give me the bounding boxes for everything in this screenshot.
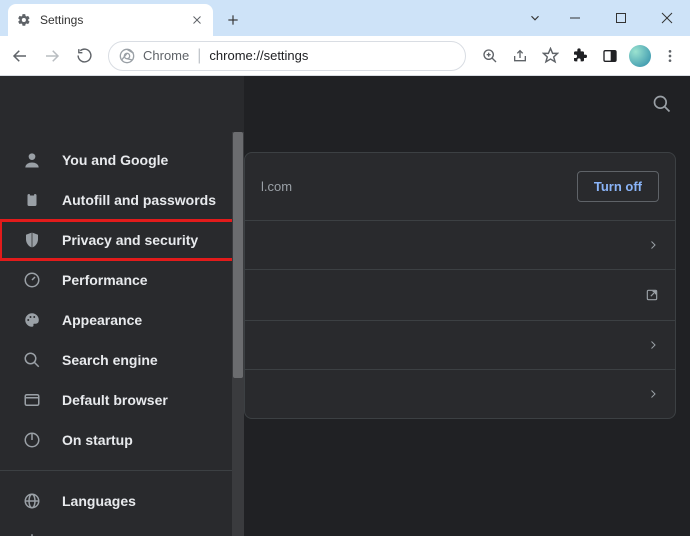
reload-button[interactable] (70, 42, 98, 70)
browser-window-icon (22, 390, 42, 410)
sidebar-item-appearance[interactable]: Appearance (0, 300, 244, 340)
window-close-button[interactable] (644, 0, 690, 36)
download-icon (22, 531, 42, 536)
bookmark-star-icon[interactable] (536, 42, 564, 70)
side-panel-icon[interactable] (596, 42, 624, 70)
globe-icon (22, 491, 42, 511)
settings-card: l.com Turn off (244, 152, 676, 419)
speedometer-icon (22, 270, 42, 290)
chevron-right-icon (647, 388, 659, 400)
forward-button[interactable] (38, 42, 66, 70)
scrollbar-thumb[interactable] (233, 132, 243, 378)
settings-row-external[interactable] (245, 270, 675, 321)
sidebar-item-label: Appearance (62, 312, 142, 328)
search-icon (22, 350, 42, 370)
sidebar-item-privacy-security[interactable]: Privacy and security (0, 220, 244, 260)
back-button[interactable] (6, 42, 34, 70)
browser-toolbar: Chrome | chrome://settings (0, 36, 690, 76)
settings-gear-icon (16, 12, 32, 28)
window-titlebar: Settings (0, 0, 690, 36)
menu-dots-icon[interactable] (656, 42, 684, 70)
chrome-icon (119, 48, 135, 64)
chevron-right-icon (647, 239, 659, 251)
share-icon[interactable] (506, 42, 534, 70)
sidebar-item-label: Default browser (62, 392, 168, 408)
chevron-right-icon (647, 339, 659, 351)
sidebar-item-label: Autofill and passwords (62, 192, 216, 208)
sidebar-item-on-startup[interactable]: On startup (0, 420, 244, 460)
clipboard-icon (22, 190, 42, 210)
sidebar-item-label: Performance (62, 272, 148, 288)
window-maximize-button[interactable] (598, 0, 644, 36)
palette-icon (22, 310, 42, 330)
profile-avatar[interactable] (626, 42, 654, 70)
settings-content: Settings You and Google Autofill and pas… (0, 76, 690, 536)
sidebar-item-label: You and Google (62, 152, 168, 168)
person-icon (22, 150, 42, 170)
sidebar-item-default-browser[interactable]: Default browser (0, 380, 244, 420)
extensions-icon[interactable] (566, 42, 594, 70)
omnibox-origin: Chrome (143, 48, 189, 63)
sidebar-item-label: Search engine (62, 352, 158, 368)
sidebar-divider (0, 470, 244, 471)
open-external-icon (645, 288, 659, 302)
settings-main-pane: l.com Turn off (244, 76, 690, 536)
turn-off-button[interactable]: Turn off (577, 171, 659, 202)
account-row: l.com Turn off (245, 153, 675, 221)
window-controls (518, 0, 690, 36)
sidebar-item-label: On startup (62, 432, 133, 448)
window-minimize-button[interactable] (552, 0, 598, 36)
sidebar-item-downloads[interactable]: Downloads (0, 521, 244, 536)
account-email-suffix: l.com (261, 179, 292, 194)
tab-title: Settings (40, 13, 181, 27)
tab-search-icon[interactable] (518, 0, 552, 36)
sidebar-item-label: Languages (62, 493, 136, 509)
settings-row[interactable] (245, 221, 675, 270)
new-tab-button[interactable] (219, 6, 247, 34)
settings-sidebar: You and Google Autofill and passwords Pr… (0, 76, 244, 536)
power-icon (22, 430, 42, 450)
browser-tab[interactable]: Settings (8, 4, 213, 36)
sidebar-item-search-engine[interactable]: Search engine (0, 340, 244, 380)
settings-row[interactable] (245, 370, 675, 418)
shield-icon (22, 230, 42, 250)
zoom-icon[interactable] (476, 42, 504, 70)
sidebar-item-autofill[interactable]: Autofill and passwords (0, 180, 244, 220)
settings-row[interactable] (245, 321, 675, 370)
sidebar-item-languages[interactable]: Languages (0, 481, 244, 521)
sidebar-item-you-and-google[interactable]: You and Google (0, 140, 244, 180)
tab-close-icon[interactable] (189, 12, 205, 28)
omnibox-path: chrome://settings (209, 48, 308, 63)
sidebar-item-performance[interactable]: Performance (0, 260, 244, 300)
address-bar[interactable]: Chrome | chrome://settings (108, 41, 466, 71)
omnibox-separator: | (197, 47, 201, 65)
sidebar-item-label: Privacy and security (62, 232, 198, 248)
